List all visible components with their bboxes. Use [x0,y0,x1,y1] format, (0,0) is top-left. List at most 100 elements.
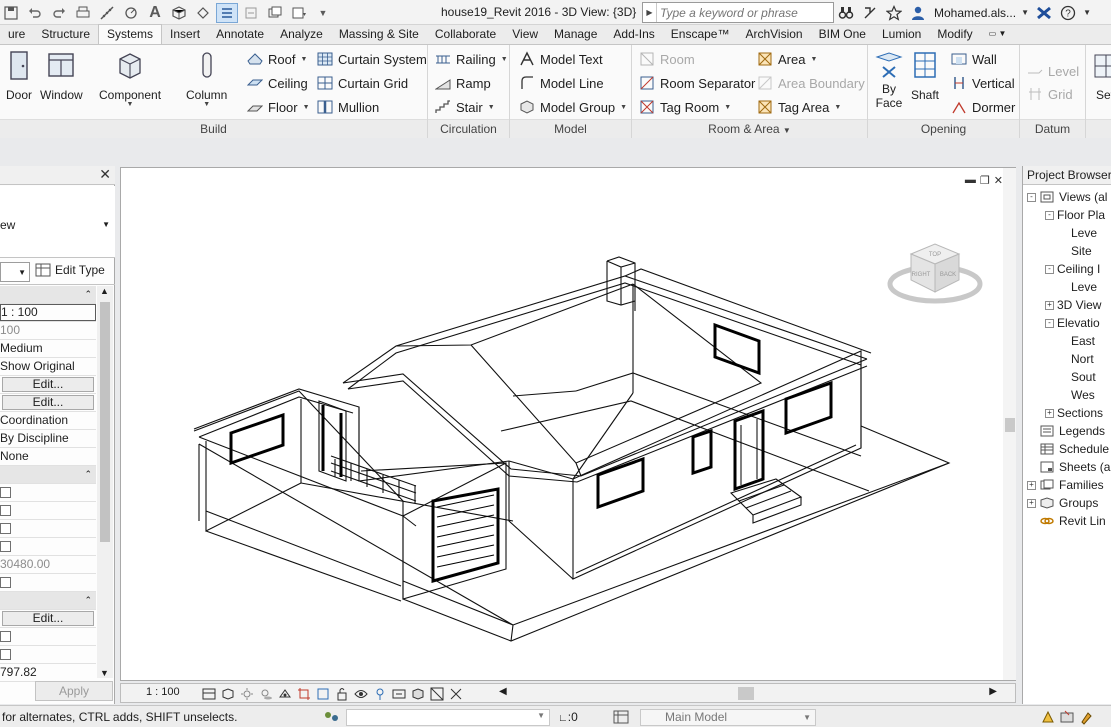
dropdown-arrow-icon[interactable]: ▼ [312,3,334,23]
3d-view-icon[interactable] [168,3,190,23]
edit-button[interactable]: Edit... [2,377,94,392]
help-icon[interactable]: ? [1058,3,1078,23]
by-face-button[interactable]: By Face [872,48,906,110]
expand-icon[interactable]: + [1027,480,1036,490]
dropdown-arrow-icon[interactable]: ▼ [501,56,508,63]
filter-icon[interactable]: ∟ [558,713,568,724]
customize-qat-icon[interactable] [288,3,310,23]
property-value[interactable] [0,628,96,646]
browser-item[interactable]: + Sections [1045,404,1103,422]
browser-item[interactable]: Sout [1063,368,1096,386]
browser-item[interactable]: - Floor Pla [1045,206,1105,224]
detail-level-icon[interactable] [201,686,216,701]
property-input[interactable]: 1 : 100 [0,304,96,321]
dropdown-arrow-icon[interactable]: ▼ [102,220,110,229]
browser-item[interactable]: + Groups [1027,494,1098,512]
collapse-icon[interactable]: - [1045,318,1054,328]
visual-style-icon[interactable] [220,686,235,701]
scroll-up-icon[interactable]: ▲ [100,286,109,296]
save-icon[interactable] [0,3,22,23]
property-value[interactable] [0,538,96,556]
floor-button[interactable]: Floor ▼ [246,96,310,118]
stair-button[interactable]: Stair ▼ [434,96,495,118]
property-value[interactable] [0,520,96,538]
dormer-opening-button[interactable]: Dormer [950,96,1015,118]
tab-ure[interactable]: ure [0,25,33,44]
collapse-icon[interactable]: ⌃ [84,286,92,303]
show-crop-region-icon[interactable] [315,686,330,701]
workset-selector[interactable]: ▼ [346,709,550,726]
undo-icon[interactable] [24,3,46,23]
design-options-icon[interactable] [612,709,630,725]
edit-type-button[interactable]: Edit Type [35,263,105,277]
view-scale[interactable]: 1 : 100 [146,686,180,698]
curtain-grid-button[interactable]: Curtain Grid [316,72,408,94]
expand-arrow-icon[interactable]: ▶ [643,3,657,22]
properties-scrollbar[interactable]: ▲ ▼ [97,286,113,678]
select-links-icon[interactable] [1040,709,1056,725]
property-checkbox[interactable] [0,487,11,498]
tab-add-ins[interactable]: Add-Ins [605,25,662,44]
collapse-icon[interactable]: - [1045,264,1054,274]
railing-button[interactable]: Railing ▼ [434,48,508,70]
unlocked-3d-view-icon[interactable] [334,686,349,701]
dropdown-arrow-icon[interactable]: ▼ [488,104,495,111]
scroll-down-icon[interactable]: ▼ [100,668,109,678]
browser-item[interactable]: Nort [1063,350,1094,368]
expand-icon[interactable]: + [1045,408,1054,418]
wall-opening-button[interactable]: Wall [950,48,997,70]
model-group-button[interactable]: Model Group ▼ [518,96,627,118]
tab-lumion[interactable]: Lumion [874,25,929,44]
tab-bim-one[interactable]: BIM One [811,25,874,44]
property-value[interactable]: Edit... [0,376,96,394]
dropdown-arrow-icon[interactable]: ▼ [724,104,731,111]
viewcube[interactable]: TOP RIGHT BACK [887,232,985,312]
view-vertical-scrollbar[interactable] [1003,168,1016,680]
window-button[interactable]: Window [40,48,83,102]
browser-item[interactable]: + Families [1027,476,1104,494]
scroll-left-icon[interactable]: ◀ [499,686,507,697]
property-value[interactable] [0,484,96,502]
browser-item[interactable]: Legends [1027,422,1105,440]
collapse-icon[interactable]: - [1027,192,1036,202]
property-value[interactable]: None [0,448,96,466]
user-name[interactable]: Mohamed.als... [934,6,1016,20]
room-separator-button[interactable]: Room Separator [638,72,755,94]
shadows-icon[interactable] [258,686,273,701]
browser-item[interactable]: Leve [1063,224,1097,242]
show-rendering-icon[interactable] [277,686,292,701]
room-button[interactable]: Room [638,48,695,70]
browser-item[interactable]: East [1063,332,1095,350]
browser-item[interactable]: - Elevatio [1045,314,1100,332]
property-value[interactable] [0,502,96,520]
tab-enscape[interactable]: Enscape™ [663,25,738,44]
favorites-star-icon[interactable] [884,3,904,23]
measure-icon[interactable] [96,3,118,23]
level-button[interactable]: Level [1026,60,1079,82]
property-value[interactable] [0,574,96,592]
ribbon-minimize-icon[interactable]: ▭ ▼ [981,25,1015,44]
browser-item[interactable]: Wes [1063,386,1095,404]
tab-modify[interactable]: Modify [929,25,980,44]
expand-icon[interactable]: + [1045,300,1054,310]
tab-manage[interactable]: Manage [546,25,605,44]
analytical-model-icon[interactable] [410,686,425,701]
collapse-icon[interactable]: - [1045,210,1054,220]
browser-item[interactable]: +3D View [1045,296,1101,314]
dropdown-arrow-icon[interactable]: ▼ [1082,3,1092,23]
redo-icon[interactable] [48,3,70,23]
shaft-button[interactable]: Shaft [908,48,942,102]
ramp-button[interactable]: Ramp [434,72,491,94]
browser-item[interactable]: Schedule [1027,440,1109,458]
apply-button[interactable]: Apply [35,681,113,701]
property-value[interactable] [0,646,96,664]
browser-item[interactable]: Revit Lin [1027,512,1106,530]
property-group-header[interactable]: ⌃ [0,466,96,484]
property-value[interactable]: Coordination [0,412,96,430]
dropdown-arrow-icon[interactable]: ▼ [300,56,307,63]
close-icon[interactable]: ✕ [99,166,111,183]
browser-item[interactable]: - Ceiling I [1045,260,1100,278]
property-checkbox[interactable] [0,631,11,642]
browser-item[interactable]: - Views (al [1027,188,1107,206]
property-value[interactable]: Edit... [0,610,96,628]
